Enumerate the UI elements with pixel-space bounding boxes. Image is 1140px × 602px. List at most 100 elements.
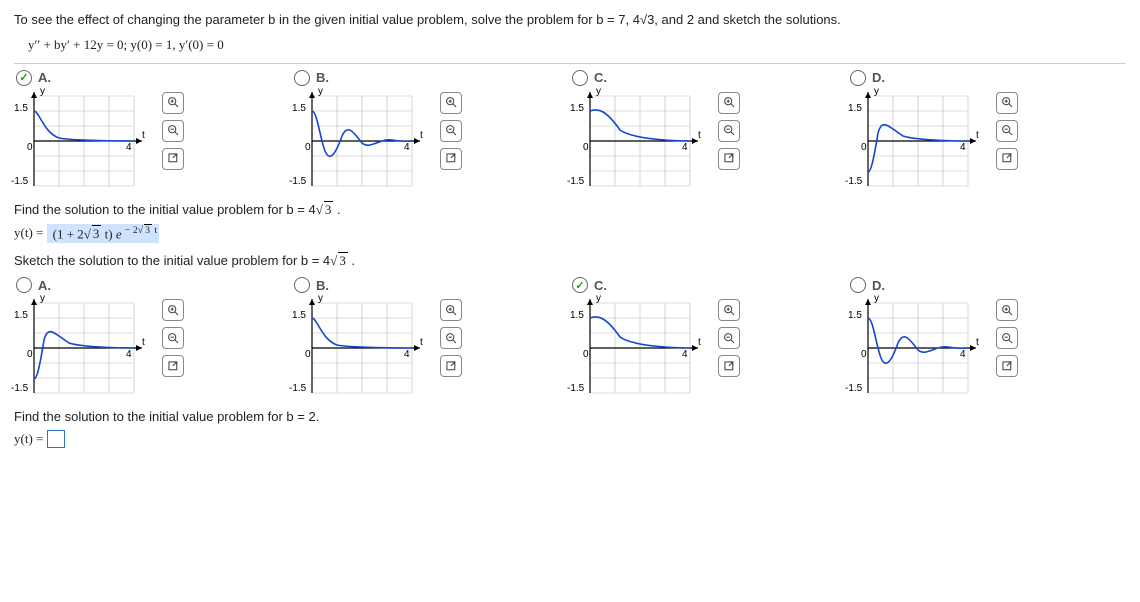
ytick-lo: -1.5: [289, 383, 306, 394]
ytick-hi: 1.5: [14, 310, 28, 321]
answer-prefix: y(t) =: [14, 431, 43, 447]
plot: 1.5 y 0 4 t -1.5: [848, 88, 988, 188]
zoom-in-icon[interactable]: [718, 92, 740, 114]
origin: 0: [861, 142, 867, 153]
ylabel: y: [874, 293, 879, 304]
ytick-lo: -1.5: [11, 383, 28, 394]
option-letter: C.: [594, 278, 607, 293]
option-letter: A.: [38, 278, 51, 293]
zoom-out-icon[interactable]: [440, 120, 462, 142]
zoom-out-icon[interactable]: [718, 120, 740, 142]
xlabel: t: [420, 337, 423, 348]
origin: 0: [27, 142, 33, 153]
answer-input[interactable]: [47, 430, 65, 448]
expand-icon[interactable]: [996, 355, 1018, 377]
ytick-hi: 1.5: [570, 310, 584, 321]
xlabel: t: [420, 130, 423, 141]
ytick-hi: 1.5: [848, 310, 862, 321]
xtick: 4: [126, 142, 132, 153]
ytick-hi: 1.5: [292, 310, 306, 321]
zoom-in-icon[interactable]: [162, 92, 184, 114]
plot: 1.5 y 0 4 t -1.5: [292, 88, 432, 188]
ytick-hi: 1.5: [292, 103, 306, 114]
ylabel: y: [318, 86, 323, 97]
answer-line: y(t) = (1 + 2√3 t) e − 2√3 t: [14, 224, 1126, 243]
zoom-in-icon[interactable]: [162, 299, 184, 321]
origin: 0: [305, 142, 311, 153]
ytick-hi: 1.5: [14, 103, 28, 114]
xtick: 4: [682, 349, 688, 360]
section-2: Find the solution to the initial value p…: [14, 202, 1126, 269]
xtick: 4: [682, 142, 688, 153]
ytick-lo: -1.5: [289, 176, 306, 187]
zoom-out-icon[interactable]: [440, 327, 462, 349]
xlabel: t: [976, 130, 979, 141]
origin: 0: [305, 349, 311, 360]
ylabel: y: [40, 86, 45, 97]
option-radio[interactable]: [572, 277, 588, 293]
ytick-lo: -1.5: [567, 176, 584, 187]
plot: 1.5 y 0 4 t -1.5: [14, 295, 154, 395]
option-radio[interactable]: [294, 277, 310, 293]
ylabel: y: [40, 293, 45, 304]
expand-icon[interactable]: [718, 355, 740, 377]
xtick: 4: [404, 349, 410, 360]
answer-expression: (1 + 2√3 t) e − 2√3 t: [47, 224, 159, 243]
problem-intro: To see the effect of changing the parame…: [14, 10, 1126, 31]
xlabel: t: [142, 130, 145, 141]
prompt: Find the solution to the initial value p…: [14, 202, 1126, 218]
expand-icon[interactable]: [440, 355, 462, 377]
xtick: 4: [960, 349, 966, 360]
xtick: 4: [126, 349, 132, 360]
ylabel: y: [596, 293, 601, 304]
ylabel: y: [318, 293, 323, 304]
zoom-in-icon[interactable]: [440, 299, 462, 321]
ytick-hi: 1.5: [570, 103, 584, 114]
option-radio[interactable]: [572, 70, 588, 86]
zoom-out-icon[interactable]: [718, 327, 740, 349]
option-radio[interactable]: [294, 70, 310, 86]
option-letter: A.: [38, 70, 51, 85]
origin: 0: [27, 349, 33, 360]
expand-icon[interactable]: [440, 148, 462, 170]
zoom-in-icon[interactable]: [996, 299, 1018, 321]
option-letter: D.: [872, 70, 885, 85]
xtick: 4: [404, 142, 410, 153]
plot: 1.5 y 0 4 t -1.5: [570, 295, 710, 395]
sketch-prompt: Sketch the solution to the initial value…: [14, 253, 1126, 269]
option-radio[interactable]: [16, 70, 32, 86]
option-radio[interactable]: [850, 277, 866, 293]
ytick-lo: -1.5: [845, 176, 862, 187]
plot: 1.5 y 0 4 t -1.5: [848, 295, 988, 395]
expand-icon[interactable]: [162, 355, 184, 377]
option-letter: D.: [872, 278, 885, 293]
ytick-lo: -1.5: [845, 383, 862, 394]
prompt: Find the solution to the initial value p…: [14, 409, 1126, 424]
option-radio[interactable]: [850, 70, 866, 86]
section-3: Find the solution to the initial value p…: [14, 409, 1126, 448]
option-letter: B.: [316, 70, 329, 85]
zoom-out-icon[interactable]: [162, 120, 184, 142]
ylabel: y: [874, 86, 879, 97]
plot: 1.5 y 0 4 t -1.5: [292, 295, 432, 395]
divider: [14, 63, 1126, 64]
zoom-in-icon[interactable]: [718, 299, 740, 321]
expand-icon[interactable]: [996, 148, 1018, 170]
zoom-out-icon[interactable]: [162, 327, 184, 349]
plot: 1.5 y 0 4 t -1.5: [570, 88, 710, 188]
ytick-lo: -1.5: [567, 383, 584, 394]
expand-icon[interactable]: [718, 148, 740, 170]
zoom-out-icon[interactable]: [996, 120, 1018, 142]
xtick: 4: [960, 142, 966, 153]
option-radio[interactable]: [16, 277, 32, 293]
zoom-in-icon[interactable]: [996, 92, 1018, 114]
plot: 1.5 y 0 4 t -1.5: [14, 88, 154, 188]
origin: 0: [861, 349, 867, 360]
expand-icon[interactable]: [162, 148, 184, 170]
option-letter: B.: [316, 278, 329, 293]
ode-equation: y′′ + by′ + 12y = 0; y(0) = 1, y′(0) = 0: [28, 37, 1126, 53]
zoom-in-icon[interactable]: [440, 92, 462, 114]
zoom-out-icon[interactable]: [996, 327, 1018, 349]
origin: 0: [583, 142, 589, 153]
ytick-hi: 1.5: [848, 103, 862, 114]
